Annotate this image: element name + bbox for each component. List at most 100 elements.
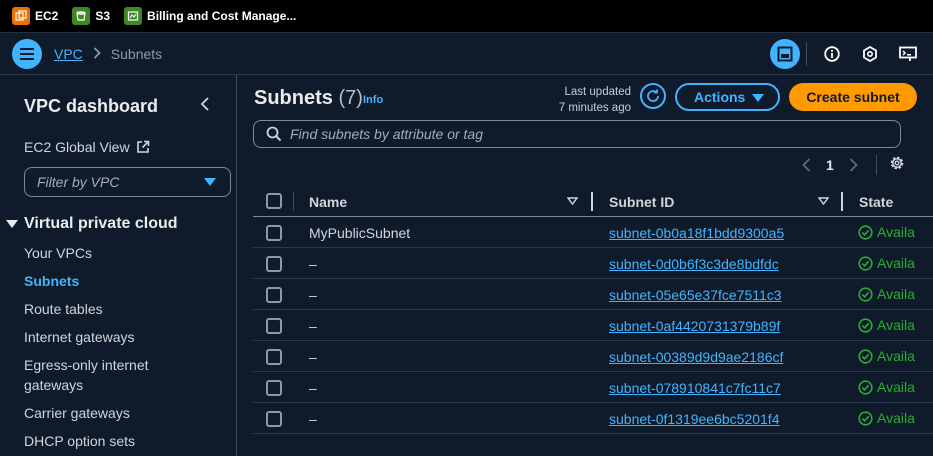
- column-header-subnet-id[interactable]: Subnet ID: [609, 194, 674, 210]
- subnet-state: Availa: [858, 317, 915, 333]
- previous-page-button[interactable]: [798, 158, 814, 172]
- column-header-name[interactable]: Name: [309, 194, 347, 210]
- sidebar-section-virtual-private-cloud[interactable]: Virtual private cloud: [6, 215, 178, 233]
- sidebar-section-label: Virtual private cloud: [24, 215, 178, 232]
- info-icon: [824, 46, 840, 62]
- subnet-id-link[interactable]: subnet-05e65e37fce7511c3: [609, 287, 782, 303]
- search-input[interactable]: [290, 126, 890, 142]
- row-checkbox[interactable]: [266, 380, 282, 396]
- caret-down-icon: [6, 220, 18, 228]
- main-content: Subnets (7) Info Last updated 7 minutes …: [238, 75, 933, 456]
- subnet-id-link[interactable]: subnet-0f1319ee6bc5201f4: [609, 411, 779, 427]
- search-bar: [253, 120, 901, 148]
- sidebar-item-internet-gateways[interactable]: Internet gateways: [24, 327, 135, 347]
- info-button[interactable]: [817, 39, 847, 69]
- vpc-filter-placeholder: Filter by VPC: [37, 174, 120, 190]
- row-checkbox[interactable]: [266, 411, 282, 427]
- check-circle-icon: [858, 286, 873, 302]
- pagination: 1: [798, 155, 905, 175]
- security-button[interactable]: [855, 39, 885, 69]
- sidebar-item-route-tables[interactable]: Route tables: [24, 299, 103, 319]
- split-panel-button[interactable]: [770, 39, 800, 69]
- state-text: Availa: [877, 348, 915, 364]
- last-updated: Last updated 7 minutes ago: [559, 84, 631, 116]
- page-number[interactable]: 1: [826, 157, 834, 173]
- state-text: Availa: [877, 286, 915, 302]
- check-circle-icon: [858, 379, 873, 395]
- chevron-left-icon: [200, 97, 209, 111]
- sidebar-item-dhcp-option-sets[interactable]: DHCP option sets: [24, 431, 135, 451]
- actions-dropdown-button[interactable]: Actions: [675, 83, 780, 111]
- sort-caret-icon[interactable]: [818, 197, 829, 205]
- subnet-id-link[interactable]: subnet-078910841c7fc11c7: [609, 380, 781, 396]
- column-resize-handle[interactable]: [841, 192, 843, 211]
- table-row[interactable]: – subnet-0f1319ee6bc5201f4 Availa: [253, 403, 933, 434]
- vpc-filter-select[interactable]: Filter by VPC: [24, 167, 231, 197]
- row-checkbox[interactable]: [266, 287, 282, 303]
- sidebar-close-button[interactable]: [199, 97, 211, 116]
- screen-feedback-icon: [899, 46, 917, 61]
- info-link[interactable]: Info: [363, 94, 383, 106]
- chevron-right-icon: [850, 158, 859, 172]
- row-checkbox[interactable]: [266, 318, 282, 334]
- page-title: Subnets (7): [254, 87, 363, 110]
- sidebar-item-label: EC2 Global View: [24, 139, 130, 155]
- table-row[interactable]: – subnet-00389d9d9ae2186cf Availa: [253, 341, 933, 372]
- favorites-bar: EC2 S3 Billing and Cost Manage...: [0, 0, 933, 33]
- subnet-state: Availa: [858, 379, 915, 395]
- subnet-state: Availa: [858, 410, 915, 426]
- table-row[interactable]: – subnet-0af4420731379b89f Availa: [253, 310, 933, 341]
- subnets-table: Name Subnet ID State MyPublicSubnet subn…: [253, 186, 933, 434]
- breadcrumb-vpc-link[interactable]: VPC: [54, 46, 83, 62]
- row-checkbox[interactable]: [266, 225, 282, 241]
- breadcrumb: VPC Subnets: [54, 46, 162, 62]
- subnet-id-link[interactable]: subnet-0b0a18f1bdd9300a5: [609, 225, 784, 241]
- state-text: Availa: [877, 224, 915, 240]
- sidebar-item-egress-only-internet-gateways-line2[interactable]: gateways: [24, 375, 83, 395]
- subnet-name: –: [309, 318, 317, 334]
- split-panel-icon: [777, 46, 793, 62]
- column-divider: [293, 192, 294, 211]
- refresh-button[interactable]: [640, 83, 666, 109]
- subnet-name: –: [309, 287, 317, 303]
- subnet-state: Availa: [858, 224, 915, 240]
- favorite-label: EC2: [35, 9, 59, 23]
- subnet-name: –: [309, 380, 317, 396]
- table-row[interactable]: – subnet-05e65e37fce7511c3 Availa: [253, 279, 933, 310]
- sidebar-item-ec2-global-view[interactable]: EC2 Global View: [24, 139, 150, 155]
- subnet-name: –: [309, 411, 317, 427]
- next-page-button[interactable]: [846, 158, 862, 172]
- caret-down-icon: [204, 178, 216, 186]
- subnet-count: (7): [338, 87, 363, 109]
- table-row[interactable]: MyPublicSubnet subnet-0b0a18f1bdd9300a5 …: [253, 217, 933, 248]
- subnet-id-link[interactable]: subnet-00389d9d9ae2186cf: [609, 349, 783, 365]
- row-checkbox[interactable]: [266, 349, 282, 365]
- create-subnet-button[interactable]: Create subnet: [789, 83, 917, 111]
- favorite-billing[interactable]: Billing and Cost Manage...: [124, 7, 296, 25]
- sidebar-item-your-vpcs[interactable]: Your VPCs: [24, 243, 92, 263]
- favorite-ec2[interactable]: EC2: [12, 7, 58, 25]
- table-row[interactable]: – subnet-0d0b6f3c3de8bdfdc Availa: [253, 248, 933, 279]
- column-header-state[interactable]: State: [859, 194, 893, 210]
- row-checkbox[interactable]: [266, 256, 282, 272]
- caret-down-icon: [752, 94, 764, 102]
- subnet-id-link[interactable]: subnet-0d0b6f3c3de8bdfdc: [609, 256, 779, 272]
- sort-caret-icon[interactable]: [567, 197, 578, 205]
- sidebar-item-carrier-gateways[interactable]: Carrier gateways: [24, 403, 130, 423]
- subnet-id-link[interactable]: subnet-0af4420731379b89f: [609, 318, 780, 334]
- preferences-button[interactable]: [889, 155, 905, 176]
- breadcrumb-current: Subnets: [110, 45, 163, 62]
- check-circle-icon: [858, 255, 873, 271]
- column-resize-handle[interactable]: [591, 192, 593, 211]
- subnet-name: –: [309, 256, 317, 272]
- select-all-checkbox[interactable]: [266, 193, 282, 209]
- check-circle-icon: [858, 348, 873, 364]
- favorite-s3[interactable]: S3: [72, 7, 110, 25]
- last-updated-label: Last updated: [564, 86, 631, 98]
- table-row[interactable]: – subnet-078910841c7fc11c7 Availa: [253, 372, 933, 403]
- menu-button[interactable]: [12, 38, 42, 69]
- sidebar-item-egress-only-internet-gateways[interactable]: Egress-only internet: [24, 355, 149, 375]
- ec2-icon: [12, 7, 30, 25]
- feedback-button[interactable]: [893, 39, 923, 69]
- sidebar-item-subnets[interactable]: Subnets: [24, 271, 79, 291]
